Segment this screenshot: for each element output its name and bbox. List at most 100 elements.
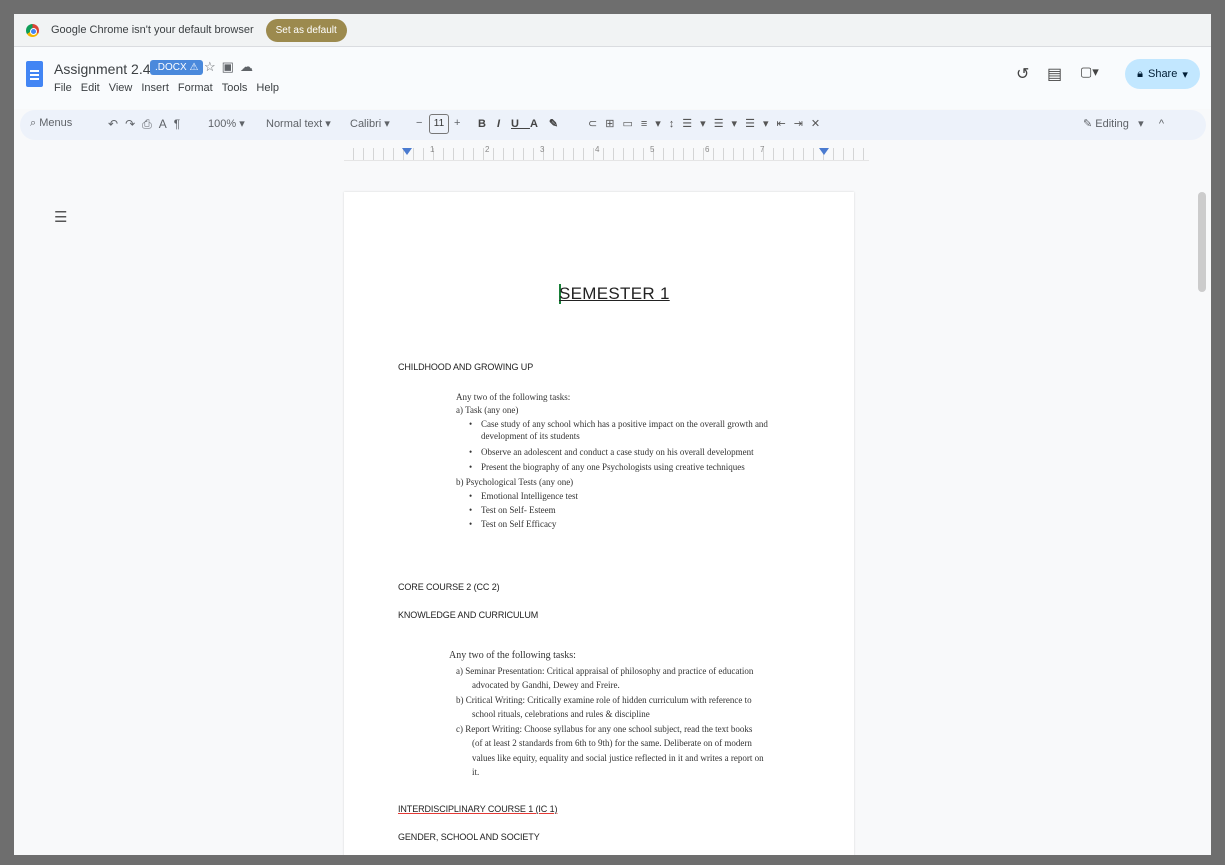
- image-icon[interactable]: ▭: [622, 118, 640, 130]
- chrome-infobar: Google Chrome isn't your default browser…: [14, 14, 1211, 47]
- menu-tools[interactable]: Tools: [222, 82, 248, 94]
- paragraph: b) Psychological Tests (any one): [456, 477, 574, 487]
- font-size-input[interactable]: 11: [429, 114, 449, 134]
- list-item: Test on Self- Esteem: [469, 505, 556, 515]
- document-page[interactable]: SEMESTER 1 CHILDHOOD AND GROWING UP Any …: [344, 192, 854, 855]
- checklist-icon[interactable]: ☰▾: [682, 118, 713, 130]
- list-item: school rituals, celebrations and rules &…: [472, 709, 650, 719]
- list-item: Emotional Intelligence test: [469, 491, 578, 501]
- menu-file[interactable]: File: [54, 82, 72, 94]
- chevron-down-icon: ▾: [1182, 68, 1188, 81]
- text-color-icon[interactable]: A: [530, 118, 549, 130]
- menu-view[interactable]: View: [109, 82, 133, 94]
- menu-format[interactable]: Format: [178, 82, 213, 94]
- spellcheck-icon[interactable]: A: [159, 117, 174, 131]
- cloud-status-icon[interactable]: ☁: [240, 59, 259, 74]
- bulleted-list-icon[interactable]: ☰▾: [714, 118, 745, 130]
- section-heading: KNOWLEDGE AND CURRICULUM: [398, 610, 539, 620]
- version-history-icon[interactable]: ↺: [1016, 64, 1029, 84]
- list-item: development of its students: [481, 431, 580, 441]
- increase-indent-icon[interactable]: ⇥: [794, 118, 811, 130]
- highlight-icon[interactable]: ✎: [549, 118, 569, 130]
- ruler-number: 7: [760, 145, 765, 154]
- format-buttons: BIUA✎: [478, 117, 569, 130]
- ruler[interactable]: [344, 148, 869, 161]
- paragraph: Any two of the following tasks:: [456, 392, 571, 402]
- list-item: it.: [472, 767, 480, 777]
- list-item: Test on Self Efficacy: [469, 519, 557, 529]
- comments-icon[interactable]: ▤: [1047, 64, 1062, 84]
- ruler-number: 6: [705, 145, 710, 154]
- increase-font-button[interactable]: +: [454, 117, 460, 129]
- comment-icon[interactable]: ⊞: [605, 118, 622, 130]
- ruler-number: 2: [485, 145, 490, 154]
- section-heading: INTERDISCIPLINARY COURSE 1 (IC 1): [398, 804, 558, 814]
- paint-format-icon[interactable]: ¶: [174, 117, 187, 131]
- search-menus[interactable]: ⌕ Menus: [30, 117, 72, 130]
- ruler-number: 3: [540, 145, 545, 154]
- bold-icon[interactable]: B: [478, 118, 497, 130]
- lock-icon: 🔒︎: [1137, 67, 1143, 80]
- share-button[interactable]: 🔒︎ Share ▾: [1125, 59, 1200, 89]
- redo-icon[interactable]: ↷: [125, 117, 142, 131]
- browser-screen: Google Chrome isn't your default browser…: [14, 14, 1211, 855]
- section-heading: CHILDHOOD AND GROWING UP: [398, 362, 534, 372]
- menu-bar: File Edit View Insert Format Tools Help: [54, 82, 279, 94]
- list-item: values like equity, equality and social …: [472, 753, 764, 763]
- undo-icon[interactable]: ↶: [108, 117, 125, 131]
- paragraph: a) Task (any one): [456, 405, 519, 415]
- search-icon: ⌕: [30, 117, 37, 129]
- document-outline-icon[interactable]: ☰: [54, 208, 67, 226]
- list-item: Observe an adolescent and conduct a case…: [469, 447, 754, 457]
- title-icons: ☆▣☁: [204, 59, 259, 75]
- underline-icon[interactable]: U: [511, 118, 530, 130]
- docs-logo-icon[interactable]: [26, 61, 43, 87]
- set-default-button[interactable]: Set as default: [265, 18, 347, 42]
- print-icon[interactable]: ⎙: [142, 117, 159, 131]
- list-item: a) Seminar Presentation: Critical apprai…: [456, 666, 754, 676]
- link-icon[interactable]: ⊂: [588, 118, 605, 130]
- editing-mode-select[interactable]: ✎ Editing ▾ ^: [1083, 117, 1164, 130]
- meet-icon[interactable]: ▢▾: [1080, 64, 1099, 80]
- scrollbar[interactable]: [1198, 192, 1206, 292]
- list-item: Present the biography of any one Psychol…: [469, 462, 745, 472]
- line-spacing-icon[interactable]: ↕: [669, 118, 683, 130]
- editing-toolbar: ⌕ Menus ↶↷⎙A¶ 100% ▾ Normal text ▾ Calib…: [20, 110, 1206, 140]
- ruler-left-indent-marker[interactable]: [402, 148, 412, 155]
- chrome-logo-icon: [26, 23, 39, 37]
- ruler-number: 4: [595, 145, 600, 154]
- list-item: (of at least 2 standards from 6th to 9th…: [472, 738, 752, 748]
- section-heading: CORE COURSE 2 (CC 2): [398, 582, 500, 592]
- italic-icon[interactable]: I: [497, 118, 511, 130]
- decrease-font-button[interactable]: −: [416, 117, 422, 129]
- document-title[interactable]: Assignment 2.4.7: [54, 61, 162, 77]
- ruler-number: 5: [650, 145, 655, 154]
- docs-header: Assignment 2.4.7 .DOCX ⚠ ☆▣☁ File Edit V…: [14, 47, 1211, 109]
- list-item: advocated by Gandhi, Dewey and Freire.: [472, 680, 620, 690]
- style-select[interactable]: Normal text ▾: [266, 117, 331, 130]
- ruler-right-indent-marker[interactable]: [819, 148, 829, 155]
- align-icon[interactable]: ≡▾: [641, 118, 669, 130]
- menu-help[interactable]: Help: [256, 82, 279, 94]
- list-item: Case study of any school which has a pos…: [469, 419, 768, 429]
- list-item: c) Report Writing: Choose syllabus for a…: [456, 724, 753, 734]
- file-format-badge: .DOCX ⚠: [150, 60, 204, 75]
- section-heading: GENDER, SCHOOL AND SOCIETY: [398, 832, 540, 842]
- font-select[interactable]: Calibri ▾: [350, 117, 390, 130]
- numbered-list-icon[interactable]: ☰▾: [745, 118, 776, 130]
- infobar-message: Google Chrome isn't your default browser: [51, 24, 254, 36]
- paragraph: Any two of the following tasks:: [449, 650, 576, 661]
- zoom-select[interactable]: 100% ▾: [208, 117, 245, 130]
- clear-format-icon[interactable]: ✕: [811, 118, 828, 130]
- star-icon[interactable]: ☆: [204, 59, 222, 74]
- document-heading: SEMESTER 1: [559, 284, 670, 303]
- list-item: b) Critical Writing: Critically examine …: [456, 695, 752, 705]
- ruler-number: 1: [430, 145, 435, 154]
- menu-edit[interactable]: Edit: [81, 82, 100, 94]
- move-folder-icon[interactable]: ▣: [222, 59, 240, 74]
- menu-insert[interactable]: Insert: [141, 82, 169, 94]
- decrease-indent-icon[interactable]: ⇤: [776, 118, 793, 130]
- undo-redo-print: ↶↷⎙A¶: [108, 117, 187, 132]
- pencil-icon: ✎: [1083, 118, 1093, 130]
- insert-and-list-buttons: ⊂⊞▭≡▾↕☰▾☰▾☰▾⇤⇥✕: [588, 117, 828, 130]
